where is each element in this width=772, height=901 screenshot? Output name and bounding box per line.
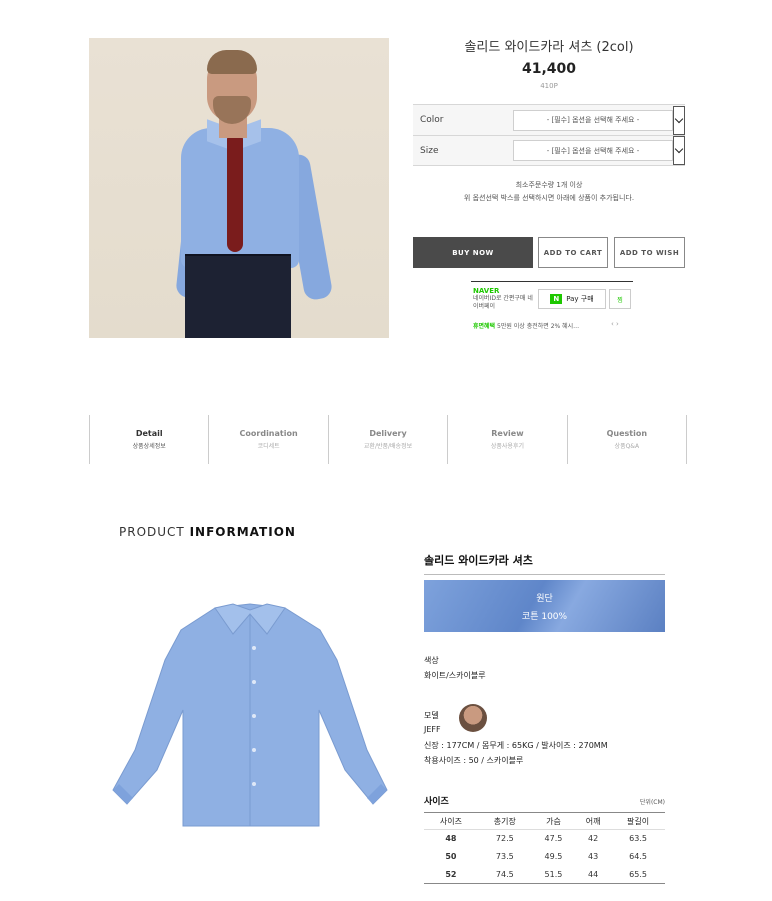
table-cell: 52 — [424, 865, 478, 884]
detail-tabs: Detail 상품상세정보 Coordination 코디세트 Delivery… — [89, 415, 688, 464]
table-cell: 48 — [445, 834, 457, 844]
tab-sublabel: 교환/반품/배송정보 — [363, 443, 413, 450]
size-unit: 단위(CM) — [639, 799, 665, 806]
column-header: 어깨 — [575, 812, 612, 830]
zzim-button[interactable]: 찜 — [609, 289, 631, 309]
table-row: 52 74.5 51.5 44 65.5 — [424, 865, 665, 884]
tab-review[interactable]: Review 상품사용후기 — [447, 415, 566, 464]
tab-detail[interactable]: Detail 상품상세정보 — [89, 415, 208, 464]
fabric-label: 원단 — [536, 593, 553, 604]
table-row: 50 73.5 49.5 43 64.5 — [424, 848, 665, 866]
add-to-wish-button[interactable]: ADD TO WISH — [614, 237, 685, 268]
tab-sublabel: 상품사용후기 — [490, 443, 524, 450]
tab-delivery[interactable]: Delivery 교환/반품/배송정보 — [327, 415, 447, 464]
option-row-color: Color - [필수] 옵션을 선택해 주세요 - — [413, 104, 685, 135]
tab-question[interactable]: Question 상품Q&A — [566, 415, 688, 464]
table-cell: 50 — [445, 852, 457, 861]
model-measure: 신장 : 177CM / 몸무게 : 65KG / 발사이즈 : 270MM — [424, 741, 608, 750]
product-title: 솔리드 와이드카라 셔츠 (2col) — [464, 40, 634, 55]
tab-sublabel: 상품상세정보 — [132, 443, 166, 450]
tab-label: Delivery — [369, 429, 407, 438]
size-table: 사이즈 총기장 가슴 어깨 팔길이 48 72.5 47.5 42 63.5 5… — [424, 812, 665, 884]
naver-pay-label: Pay 구매 — [566, 295, 594, 303]
product-price: 41,400 — [521, 61, 577, 77]
promo-nav-icon[interactable]: ‹ › — [611, 320, 619, 328]
tab-label: Coordination — [239, 429, 298, 438]
table-cell: 73.5 — [495, 852, 514, 861]
naver-n-icon: N — [550, 294, 563, 304]
section-title-strong: INFORMATION — [189, 525, 296, 539]
promo-tag: 휴면혜택 — [473, 323, 496, 330]
order-notes: 최소주문수량 1개 이상 위 옵션선택 박스를 선택하시면 아래에 상품이 추가… — [413, 179, 685, 205]
option-row-size: Size - [필수] 옵션을 선택해 주세요 - — [413, 135, 685, 166]
table-cell: 49.5 — [544, 852, 563, 861]
color-select[interactable]: - [필수] 옵션을 선택해 주세요 - — [513, 109, 673, 131]
table-cell: 63.5 — [629, 834, 647, 844]
product-photo — [89, 38, 389, 338]
naver-pay-box: NAVER 네이버ID로 간편구매 네이버페이 N Pay 구매 찜 휴면혜택 … — [471, 281, 633, 331]
tab-sublabel: 코디세트 — [257, 443, 280, 450]
shirt-flat-image — [112, 603, 388, 827]
section-title: PRODUCT INFORMATION — [119, 525, 296, 539]
naver-pay-desc: 네이버ID로 간편구매 네이버페이 — [473, 295, 533, 310]
chevron-down-icon[interactable] — [673, 136, 685, 165]
column-header: 사이즈 — [424, 812, 478, 830]
table-cell: 65.5 — [611, 865, 665, 884]
table-cell: 42 — [588, 834, 599, 844]
column-header: 가슴 — [531, 812, 576, 830]
table-cell: 44 — [575, 865, 612, 884]
tab-coordination[interactable]: Coordination 코디세트 — [208, 415, 327, 464]
option-notice: 위 옵션선택 박스를 선택하시면 아래에 상품이 추가됩니다. — [463, 194, 635, 202]
spec-product-name: 솔리드 와이드카라 셔츠 — [424, 552, 665, 575]
model-fit: 착용사이즈 : 50 / 스카이블루 — [424, 756, 524, 765]
promo-text: 5만원 이상 충전하면 2% 혜시… — [497, 323, 580, 330]
column-header: 총기장 — [477, 812, 532, 830]
naver-promo: 휴면혜택 5만원 이상 충전하면 2% 혜시… — [473, 321, 623, 330]
size-table-header: 사이즈 총기장 가슴 어깨 팔길이 — [424, 812, 665, 830]
option-label-color: Color — [420, 115, 444, 125]
buy-now-button[interactable]: BUY NOW — [413, 237, 533, 268]
min-qty-note: 최소주문수량 1개 이상 — [515, 181, 583, 189]
fabric-value: 코튼 100% — [521, 611, 568, 622]
section-title-prefix: PRODUCT — [119, 525, 185, 539]
naver-pay-button[interactable]: N Pay 구매 — [538, 289, 606, 309]
table-cell: 72.5 — [495, 834, 514, 844]
size-title: 사이즈 — [424, 797, 449, 807]
tab-label: Detail — [135, 429, 163, 438]
table-cell: 74.5 — [477, 865, 532, 884]
size-select[interactable]: - [필수] 옵션을 선택해 주세요 - — [513, 140, 673, 161]
table-cell: 64.5 — [629, 852, 647, 861]
table-cell: 51.5 — [531, 865, 576, 884]
color-label: 색상 — [424, 656, 439, 665]
model-label: 모델 — [424, 711, 439, 720]
column-header: 팔길이 — [611, 812, 665, 830]
table-row: 48 72.5 47.5 42 63.5 — [424, 830, 665, 848]
table-cell: 47.5 — [544, 834, 563, 844]
table-cell: 43 — [588, 852, 599, 861]
add-to-cart-button[interactable]: ADD TO CART — [538, 237, 608, 268]
tab-sublabel: 상품Q&A — [614, 443, 640, 450]
fabric-swatch: 원단 코튼 100% — [424, 580, 665, 632]
naver-logo: NAVER — [473, 287, 500, 295]
tab-label: Review — [491, 429, 524, 438]
size-header: 사이즈 단위(CM) — [424, 794, 665, 807]
tab-label: Question — [606, 429, 648, 438]
model-avatar — [459, 704, 487, 732]
product-points: 410P — [540, 82, 558, 90]
color-value: 화이트/스카이블루 — [424, 671, 486, 680]
model-name: JEFF — [424, 725, 441, 734]
chevron-down-icon[interactable] — [673, 105, 685, 135]
option-label-size: Size — [420, 145, 439, 156]
